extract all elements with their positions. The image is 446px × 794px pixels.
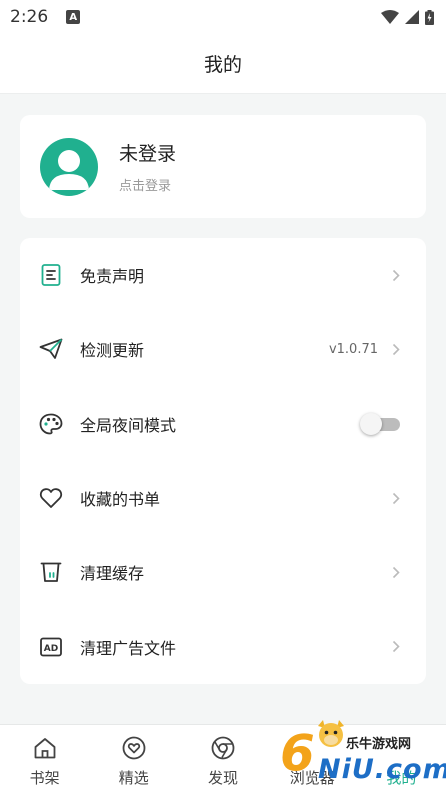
menu-item-label: 检测更新 [80,341,145,361]
version-text: v1.0.71 [328,341,378,357]
menu-item-check-update[interactable]: 检测更新 v1.0.71 [20,312,426,386]
chevron-right-icon [392,565,402,579]
profile-name: 未登录 [119,143,177,165]
home-icon [32,735,58,761]
chevron-right-icon [392,268,402,282]
user-silhouette-icon [49,149,89,190]
nav-item-mine[interactable]: 我的 [357,725,446,794]
palette-icon [38,411,64,437]
svg-text:AD: AD [44,644,58,654]
app-bar: 我的 [0,34,446,94]
profile-icon [388,735,414,761]
status-bar: 2:26 A [0,0,446,34]
status-time: 2:26 [10,7,49,27]
login-hint: 点击登录 [119,179,172,194]
nav-item-discover[interactable]: 发现 [178,725,267,794]
avatar [40,137,98,196]
menu-item-night-mode: 全局夜间模式 [20,387,426,461]
menu-item-label: 收藏的书单 [80,490,161,510]
nav-item-featured[interactable]: 精选 [89,725,178,794]
heart-circle-icon [121,735,147,761]
battery-icon [425,9,434,25]
nav-label: 书架 [29,769,60,787]
ad-icon: AD [38,634,64,660]
compass-icon [210,735,236,761]
nav-label: 精选 [118,769,149,787]
menu-item-label: 免责声明 [80,267,145,287]
page-title: 我的 [203,54,242,76]
wifi-icon [381,10,399,24]
signal-icon [405,10,419,24]
heart-icon [38,485,64,511]
nav-label: 我的 [386,769,417,787]
menu-item-label: 全局夜间模式 [80,415,177,435]
send-icon [38,336,64,362]
nav-item-bookshelf[interactable]: 书架 [0,725,89,794]
document-icon [38,262,64,288]
trash-icon [38,559,64,585]
toggle-thumb [360,412,382,435]
browser-icon [299,735,325,761]
settings-menu: 免责声明 检测更新 v1.0.71 全局夜间模式 收藏的书单 清理缓存 AD 清… [20,238,426,684]
menu-item-label: 清理缓存 [80,564,145,584]
menu-item-favorite-booklists[interactable]: 收藏的书单 [20,461,426,535]
menu-item-disclaimer[interactable]: 免责声明 [20,238,426,312]
chevron-right-icon [392,640,402,654]
chevron-right-icon [392,342,402,356]
menu-item-label: 清理广告文件 [80,638,177,658]
profile-card[interactable]: 未登录 点击登录 [20,115,426,218]
notification-icon: A [66,10,81,24]
chevron-right-icon [392,491,402,505]
menu-item-clear-ad-files[interactable]: AD 清理广告文件 [20,609,426,683]
nav-item-browser[interactable]: 浏览器 [268,725,357,794]
night-mode-toggle[interactable] [360,412,402,435]
nav-label: 浏览器 [289,769,335,787]
bottom-nav: 书架 精选 发现 浏览器 我的 [0,724,446,794]
nav-label: 发现 [208,769,239,787]
menu-item-clear-cache[interactable]: 清理缓存 [20,535,426,609]
